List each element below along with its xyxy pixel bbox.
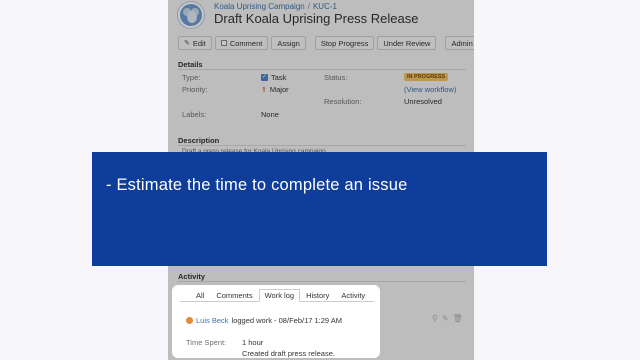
details-divider: [178, 69, 466, 70]
worklog-action: logged work - 08/Feb/17 1:29 AM: [231, 316, 343, 325]
issue-toolbar: ✎ Edit Comment Assign Stop Progress Under…: [178, 36, 474, 50]
caption-text: - Estimate the time to complete an issue: [106, 176, 408, 194]
time-spent-value: 1 hour: [242, 338, 264, 347]
task-checkbox-icon: ✓: [261, 74, 268, 81]
view-workflow-link[interactable]: (View workflow): [404, 85, 456, 94]
type-value: ✓ Task: [261, 73, 287, 82]
breadcrumb-project[interactable]: Koala Uprising Campaign: [214, 2, 305, 11]
comment-icon: [220, 40, 227, 46]
breadcrumb: Koala Uprising Campaign / KUC-1: [214, 2, 337, 11]
stop-progress-button[interactable]: Stop Progress: [314, 36, 375, 50]
trash-icon[interactable]: 🗑: [453, 314, 463, 323]
edit-button[interactable]: ✎ Edit: [178, 36, 212, 50]
tab-history[interactable]: History: [300, 289, 336, 302]
worklog-comment: Created draft press release.: [242, 349, 335, 358]
resolution-label: Resolution:: [324, 97, 362, 106]
caption-banner: - Estimate the time to complete an issue: [92, 152, 547, 266]
slide: Koala Uprising Campaign / KUC-1 Draft Koal…: [0, 0, 640, 360]
details-heading: Details: [178, 60, 203, 69]
activity-heading: Activity: [178, 272, 206, 281]
assign-button[interactable]: Assign: [271, 36, 306, 50]
description-heading: Description: [178, 136, 220, 145]
pencil-icon: ✎: [184, 40, 190, 47]
status-label: Status:: [324, 73, 348, 82]
priority-label: Priority:: [182, 85, 208, 94]
under-review-button[interactable]: Under Review: [377, 36, 437, 50]
labels-label: Labels:: [182, 110, 207, 119]
labels-value: None: [261, 110, 279, 119]
tab-all[interactable]: All: [190, 289, 211, 302]
tab-comments[interactable]: Comments: [210, 289, 259, 302]
time-spent-label: Time Spent:: [186, 338, 227, 347]
worklog-actions: ⚲ ✎ 🗑: [432, 314, 463, 323]
resolution-value: Unresolved: [404, 97, 442, 106]
project-avatar-icon[interactable]: [178, 2, 204, 28]
link-icon[interactable]: ⚲: [432, 314, 438, 323]
tab-activity[interactable]: Activity: [335, 289, 372, 302]
worklog-entry-header: Luis Beck logged work - 08/Feb/17 1:29 A…: [186, 316, 342, 325]
worklog-user-link[interactable]: Luis Beck: [196, 316, 229, 325]
activity-panel: All Comments Work log History Activity L…: [172, 285, 380, 358]
issue-title: Draft Koala Uprising Press Release: [214, 11, 419, 26]
pencil-icon[interactable]: ✎: [442, 314, 449, 323]
comment-button[interactable]: Comment: [214, 36, 269, 50]
type-label: Type:: [182, 73, 201, 82]
description-divider: [178, 145, 466, 146]
user-avatar: [186, 317, 193, 324]
priority-value: ⇑ Major: [261, 85, 289, 94]
issue-header: Koala Uprising Campaign / KUC-1 Draft Koal…: [176, 2, 470, 34]
breadcrumb-issue-key[interactable]: KUC-1: [313, 2, 337, 11]
tab-work-log[interactable]: Work log: [258, 289, 301, 302]
admin-dropdown[interactable]: Admin▾: [445, 36, 474, 50]
status-badge: IN PROGRESS: [404, 73, 449, 81]
priority-major-icon: ⇑: [261, 86, 267, 94]
activity-divider: [178, 281, 466, 282]
activity-tabs: All Comments Work log History Activity: [190, 289, 372, 302]
